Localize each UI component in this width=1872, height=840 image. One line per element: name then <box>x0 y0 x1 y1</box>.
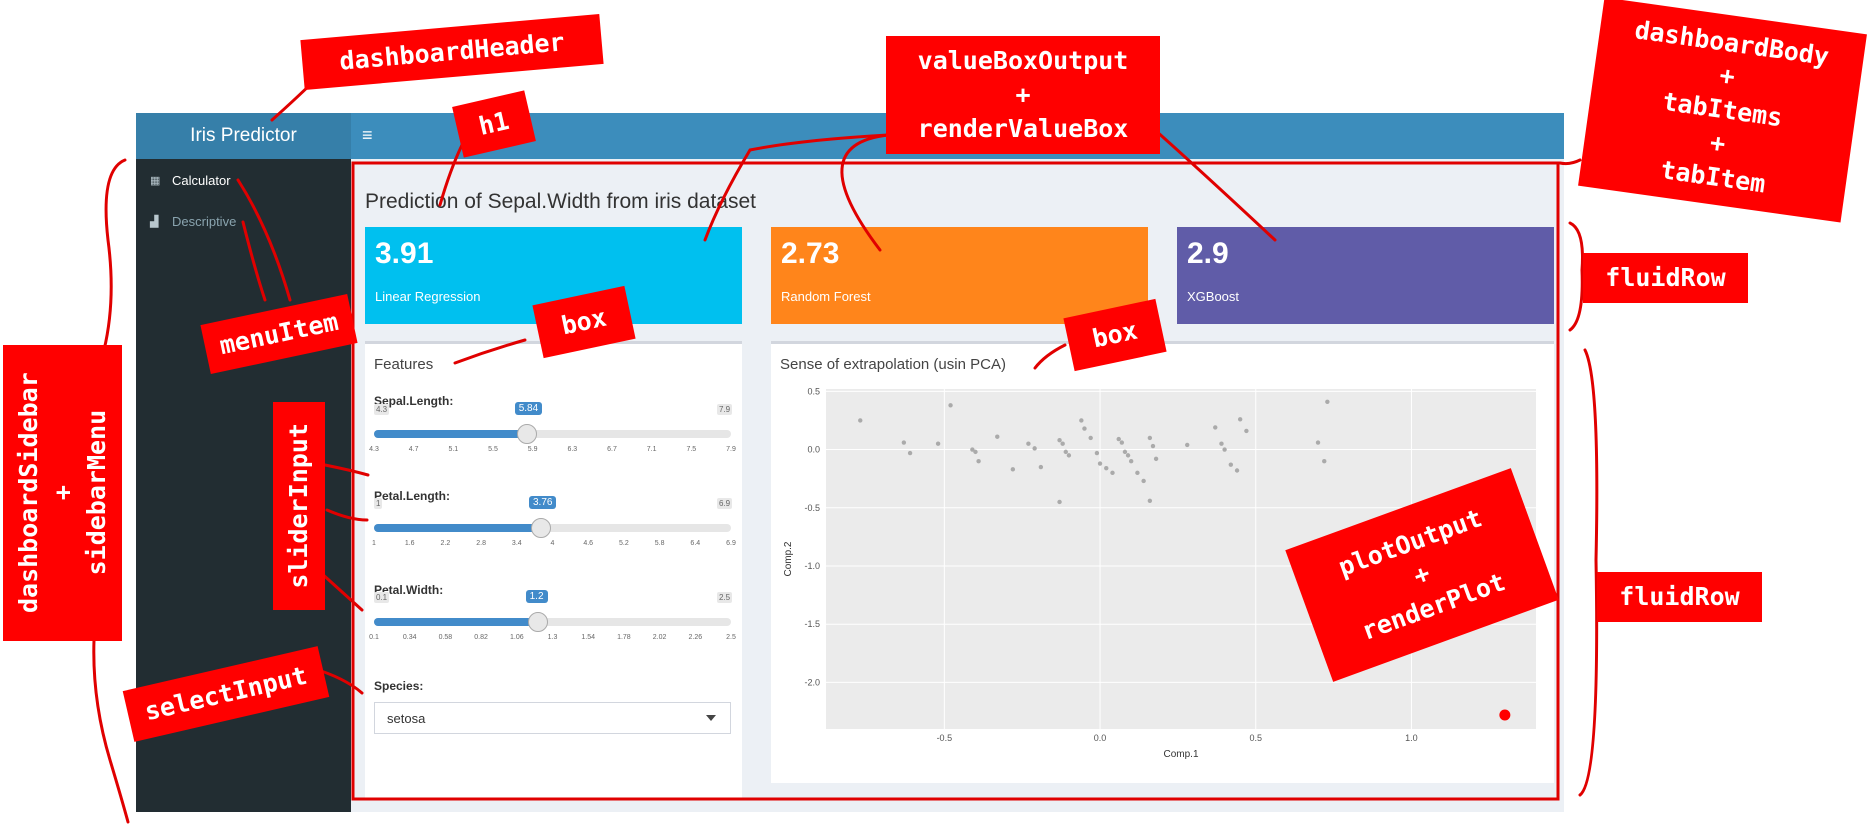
box1-connector <box>453 338 527 365</box>
annotation-dashboard-sidebar: dashboardSidebar + sidebarMenu <box>3 345 122 641</box>
annotation-slider-input: sliderInput <box>273 402 325 610</box>
body-connector <box>1558 158 1582 166</box>
fluidrow-brace-2 <box>1578 348 1599 797</box>
menuitem-connector-1 <box>236 178 292 302</box>
sidebar-brace-top <box>102 158 127 352</box>
menuitem-connector-2 <box>241 220 267 302</box>
body-outline <box>351 161 1560 801</box>
h1-connector <box>438 143 464 207</box>
sidebar-brace-bottom <box>92 638 130 824</box>
valuebox-connector-2 <box>840 133 890 252</box>
annotation-fluid-row-2: fluidRow <box>1597 572 1762 622</box>
box2-connector <box>1033 343 1067 370</box>
annotation-value-box-output: valueBoxOutput + renderValueBox <box>886 36 1160 154</box>
slider-connectors <box>318 463 370 612</box>
annotation-dashboard-body: dashboardBody + tabItems + tabItem <box>1578 0 1867 223</box>
valuebox-connector-3 <box>1153 128 1277 242</box>
fluidrow-brace-1 <box>1568 221 1584 332</box>
annotation-fluid-row-1: fluidRow <box>1583 253 1748 303</box>
